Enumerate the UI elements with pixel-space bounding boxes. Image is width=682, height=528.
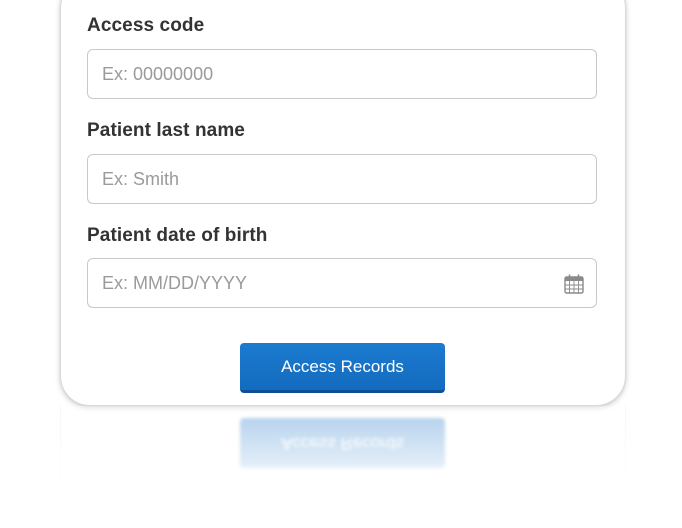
dob-input[interactable] xyxy=(87,258,597,308)
reflection-button: Access Records xyxy=(240,418,445,468)
calendar-icon[interactable] xyxy=(563,273,585,295)
access-code-input[interactable] xyxy=(87,49,597,99)
reflection-fade xyxy=(0,406,682,528)
last-name-label: Patient last name xyxy=(87,120,245,141)
reflection-card-edge xyxy=(60,406,626,524)
access-code-label: Access code xyxy=(87,15,205,36)
dob-label: Patient date of birth xyxy=(87,225,268,246)
card-reflection: Access Records xyxy=(0,406,682,528)
last-name-input[interactable] xyxy=(87,154,597,204)
page: Access code Patient last name Patient da… xyxy=(0,0,682,528)
access-records-button[interactable]: Access Records xyxy=(240,343,445,393)
